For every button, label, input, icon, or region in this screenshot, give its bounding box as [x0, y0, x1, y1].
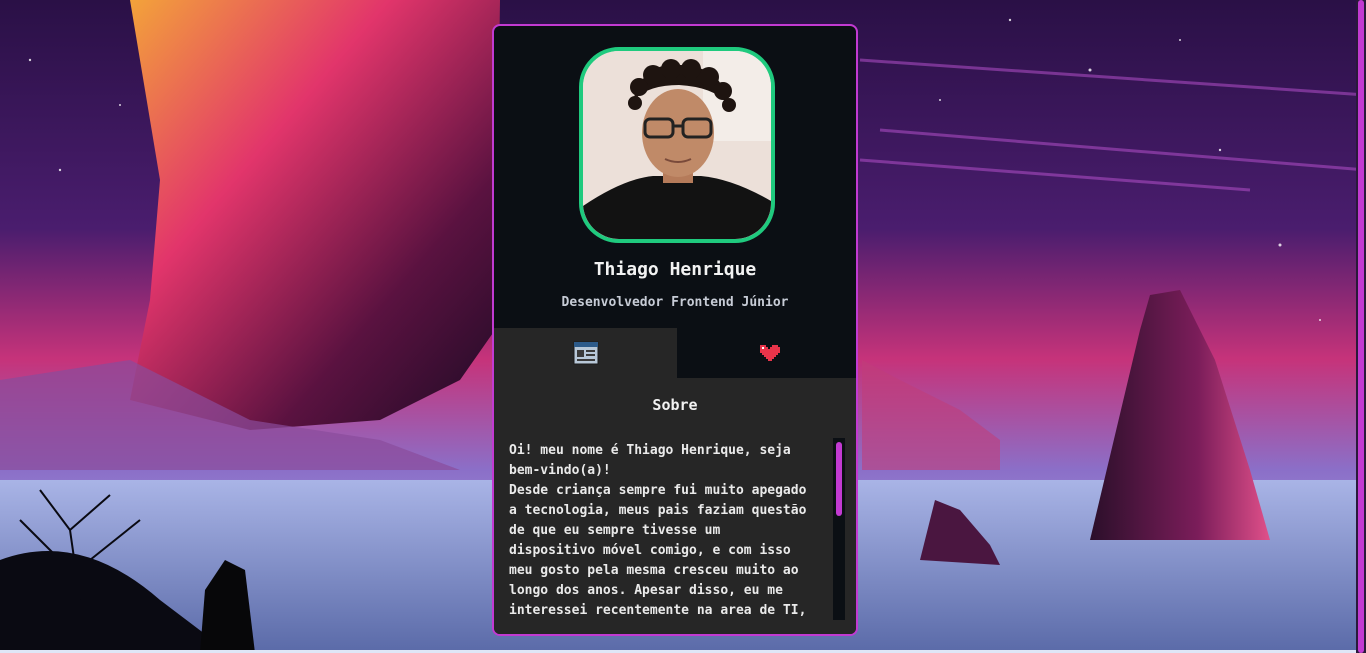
profile-name: Thiago Henrique	[593, 259, 757, 280]
profile-card: Thiago Henrique Desenvolvedor Frontend J…	[492, 24, 858, 636]
tab-likes[interactable]	[677, 328, 856, 378]
about-text: Oi! meu nome é Thiago Henrique, seja bem…	[509, 443, 807, 618]
tab-bar	[494, 328, 856, 378]
page-scrollbar-thumb[interactable]	[1358, 0, 1364, 653]
heart-icon	[759, 345, 780, 361]
about-scrollbar[interactable]	[833, 438, 845, 620]
section-title: Sobre	[652, 396, 698, 414]
profile-role: Desenvolvedor Frontend Júnior	[561, 295, 789, 310]
tab-about[interactable]	[494, 328, 677, 378]
avatar-photo	[583, 51, 771, 239]
about-section: Sobre Oi! meu nome é Thiago Henrique, se…	[494, 378, 856, 634]
about-scrollbar-thumb[interactable]	[836, 442, 842, 516]
profile-card-icon	[573, 341, 598, 365]
page-scrollbar[interactable]	[1356, 0, 1366, 653]
avatar	[579, 47, 775, 243]
